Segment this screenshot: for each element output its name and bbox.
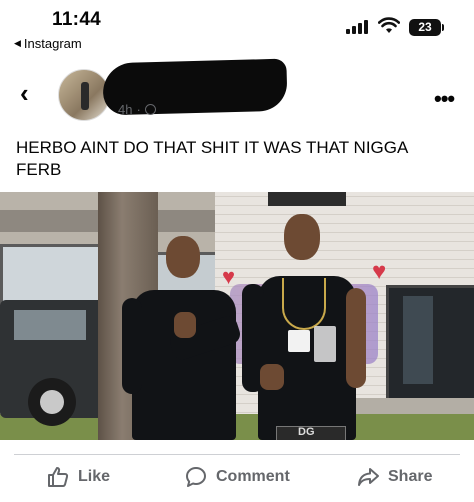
post-text: HERBO AINT DO THAT SHIT IT WAS THAT NIGG… [16,138,408,179]
back-chevron-icon[interactable]: ‹ [20,80,29,106]
cellular-signal-icon [346,20,368,34]
back-app-label: Instagram [23,36,82,51]
photo-person-right: DG [242,214,366,440]
status-bar: 11:44 ◀ Instagram 23 [0,0,474,56]
speech-bubble-icon [186,467,206,487]
post-actions-bar: Like Comment Share [0,455,474,499]
share-arrow-icon [358,468,379,486]
meta-separator: · [136,102,141,117]
back-to-app-link[interactable]: ◀ Instagram [14,36,82,51]
back-triangle-icon: ◀ [14,38,21,48]
post-header: ‹ 4h · ••• [0,58,474,128]
comment-button[interactable]: Comment [184,455,290,499]
globe-icon [144,104,156,115]
like-button[interactable]: Like [46,455,110,499]
post-timestamp[interactable]: 4h [118,102,132,117]
like-label: Like [78,468,111,485]
battery-tip [442,24,444,31]
post-photo[interactable]: ♥ ♥ DG [0,192,474,440]
avatar[interactable] [58,69,110,121]
status-time: 11:44 [52,9,102,30]
wifi-icon [378,17,400,33]
comment-label: Comment [216,468,290,485]
belt-logo-text: DG [298,426,315,438]
share-label: Share [388,468,433,485]
post-meta: 4h · [118,102,156,117]
more-options-icon[interactable]: ••• [434,86,455,112]
thumbs-up-icon [48,467,69,487]
battery-indicator: 23 [409,19,441,36]
share-button[interactable]: Share [356,455,432,499]
photo-person-left [122,236,243,440]
